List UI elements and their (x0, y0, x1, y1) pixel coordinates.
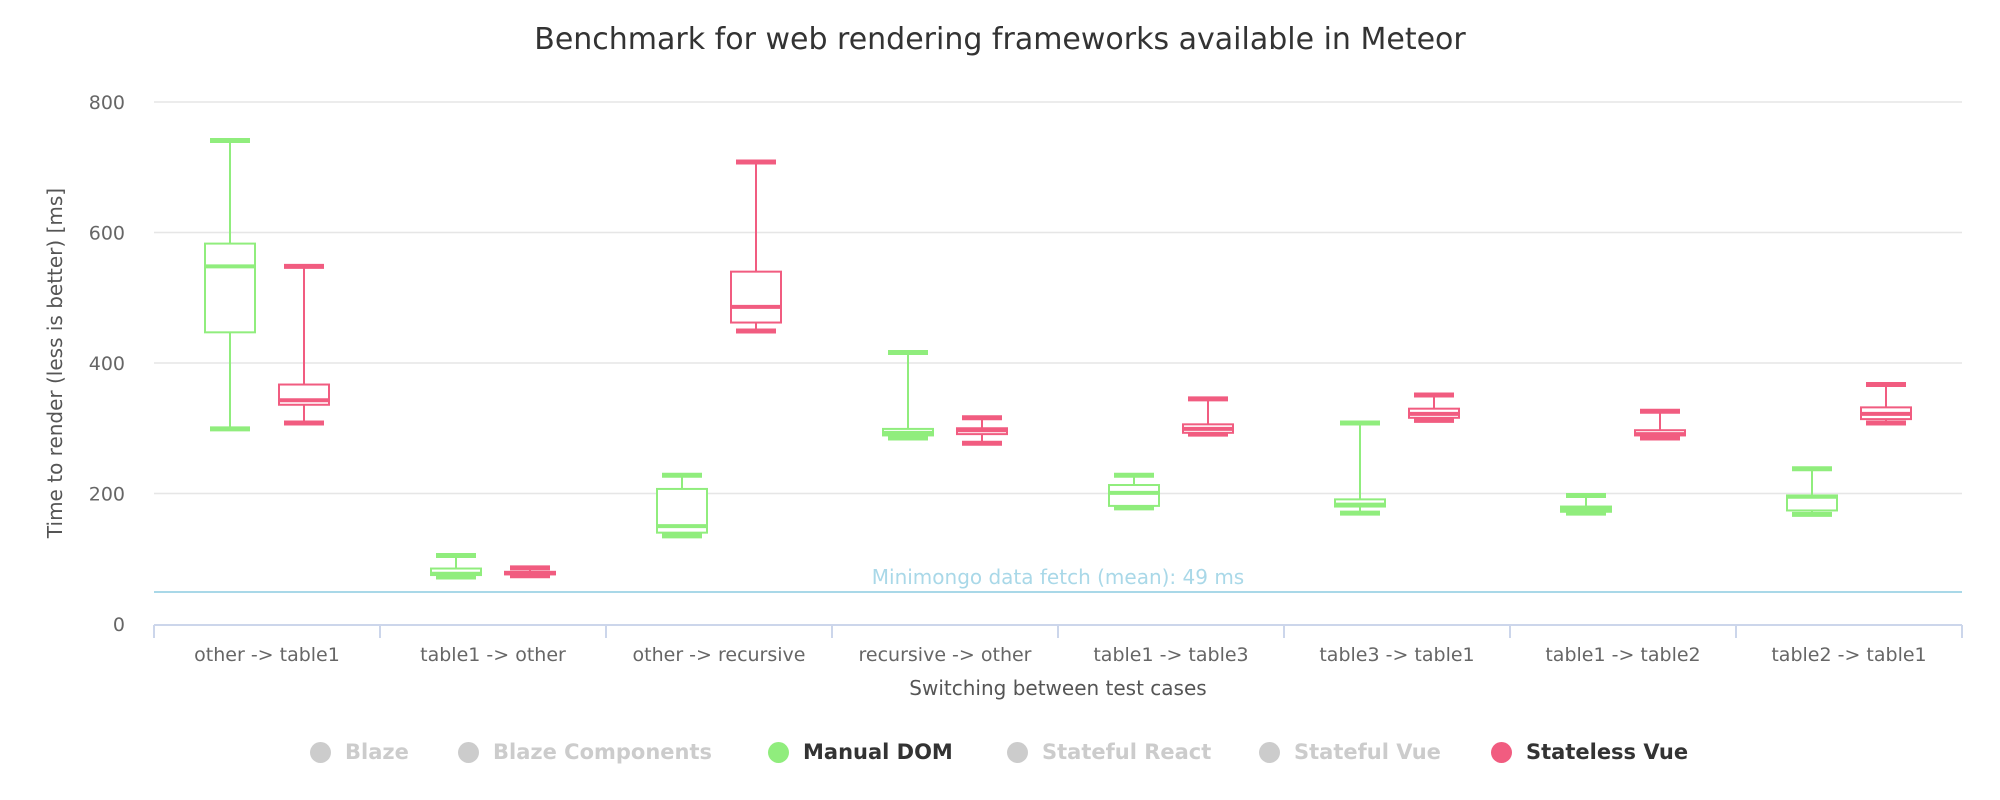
box-stateless-vue[interactable] (278, 263, 330, 426)
box-stateless-vue[interactable] (504, 565, 556, 579)
legend-label: Manual DOM (803, 740, 953, 764)
y-tick-label: 0 (113, 614, 125, 636)
x-tick-label: table1 -> table3 (1093, 644, 1248, 666)
legend-label: Blaze Components (493, 740, 713, 764)
boxplot-chart: 0 200 400 600 800 other -> table1 table1 -> ot… (43, 92, 1963, 700)
legend-dot-icon (1491, 741, 1512, 763)
box-manual-dom[interactable] (656, 472, 708, 539)
box-iqr (1108, 484, 1160, 507)
legend-dot-icon (458, 741, 479, 763)
box-stateless-vue[interactable] (956, 415, 1008, 446)
box-manual-dom[interactable] (204, 137, 256, 432)
x-tick-label: table2 -> table1 (1771, 644, 1926, 666)
box-stateless-vue[interactable] (1860, 382, 1912, 426)
box-iqr (204, 242, 256, 334)
legend-item-blaze[interactable]: Blaze (310, 740, 409, 764)
box-manual-dom[interactable] (1334, 420, 1386, 516)
x-axis-title: Switching between test cases (909, 676, 1206, 700)
legend-item-stateful-vue[interactable]: Stateful Vue (1259, 740, 1441, 764)
box-stateless-vue[interactable] (730, 159, 782, 334)
y-tick-label: 200 (89, 484, 125, 506)
box-manual-dom[interactable] (1108, 472, 1160, 511)
legend-item-blaze-components[interactable]: Blaze Components (458, 740, 712, 764)
legend-label: Stateful Vue (1294, 740, 1441, 764)
y-tick-label: 800 (89, 92, 125, 114)
legend-dot-icon (1259, 741, 1280, 763)
legend-label: Stateless Vue (1526, 740, 1689, 764)
y-axis-title: Time to render (less is better) [ms] (43, 188, 67, 539)
box-manual-dom[interactable] (1786, 466, 1838, 517)
plot-line-label: Minimongo data fetch (mean): 49 ms (872, 565, 1244, 589)
x-tick-label: recursive -> other (859, 644, 1032, 666)
legend-item-stateful-react[interactable]: Stateful React (1007, 740, 1211, 764)
legend-dot-icon (310, 741, 331, 763)
legend-item-stateless-vue[interactable]: Stateless Vue (1491, 740, 1688, 764)
y-tick-label: 400 (89, 353, 125, 375)
x-tick-label: table3 -> table1 (1319, 644, 1474, 666)
legend: Blaze Blaze Components Manual DOM Stateful … (0, 740, 2000, 770)
box-manual-dom[interactable] (430, 552, 482, 580)
x-tick-label: table1 -> other (420, 644, 566, 666)
legend-dot-icon (1007, 741, 1028, 763)
box-iqr (730, 270, 782, 324)
legend-label: Blaze (345, 740, 409, 764)
box-manual-dom[interactable] (1560, 492, 1612, 516)
x-tick-label: other -> recursive (633, 644, 806, 666)
y-tick-label: 600 (89, 223, 125, 245)
legend-dot-icon (768, 741, 789, 763)
legend-label: Stateful React (1042, 740, 1212, 764)
box-stateless-vue[interactable] (1634, 408, 1686, 441)
box-stateless-vue[interactable] (1408, 392, 1460, 423)
box-stateless-vue[interactable] (1182, 396, 1234, 437)
x-tick-label: other -> table1 (194, 644, 340, 666)
x-tick-label: table1 -> table2 (1545, 644, 1700, 666)
legend-item-manual-dom[interactable]: Manual DOM (768, 740, 953, 764)
box-manual-dom[interactable] (882, 350, 934, 441)
